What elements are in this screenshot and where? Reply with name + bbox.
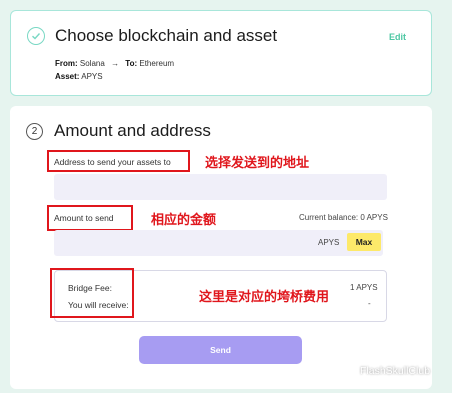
to-value: Ethereum <box>139 59 175 68</box>
amount-label: Amount to send <box>54 213 114 223</box>
watermark: FlashSkullClub <box>360 365 431 377</box>
asset-value: APYS <box>81 72 103 81</box>
step-amount-address-card: 2 Amount and address Address to send you… <box>10 106 432 389</box>
arrow-right-icon: → <box>111 59 120 68</box>
current-balance: Current balance: 0 APYS <box>299 213 388 222</box>
fee-annotation: 这里是对应的垮桥费用 <box>199 290 330 305</box>
fee-labels-highlight <box>50 268 134 318</box>
wechat-icon <box>343 367 357 379</box>
from-to-row: From: Solana → To: Ethereum <box>55 59 174 68</box>
check-circle-icon <box>27 27 45 45</box>
step1-title: Choose blockchain and asset <box>55 26 278 45</box>
max-button[interactable]: Max <box>347 233 381 251</box>
amount-annotation: 相应的金额 <box>151 213 217 228</box>
step-number-badge: 2 <box>26 123 43 140</box>
receive-value: - <box>368 299 371 308</box>
address-annotation: 选择发送到的地址 <box>205 156 310 171</box>
receive-label: You will receive: <box>68 300 129 310</box>
asset-label: Asset: <box>55 72 80 81</box>
bridge-fee-label: Bridge Fee: <box>68 283 112 293</box>
from-label: From: <box>55 59 78 68</box>
bridge-fee-value: 1 APYS <box>350 283 378 292</box>
to-label: To: <box>125 59 138 68</box>
asset-row: Asset: APYS <box>55 72 103 81</box>
send-button[interactable]: Send <box>139 336 302 364</box>
step-choose-blockchain-card: Choose blockchain and asset Edit From: S… <box>10 10 432 96</box>
step2-title: Amount and address <box>54 121 211 140</box>
address-label: Address to send your assets to <box>54 157 171 167</box>
from-value: Solana <box>79 59 105 68</box>
amount-unit: APYS <box>318 238 340 247</box>
edit-link[interactable]: Edit <box>389 32 406 42</box>
address-input[interactable] <box>54 174 387 200</box>
